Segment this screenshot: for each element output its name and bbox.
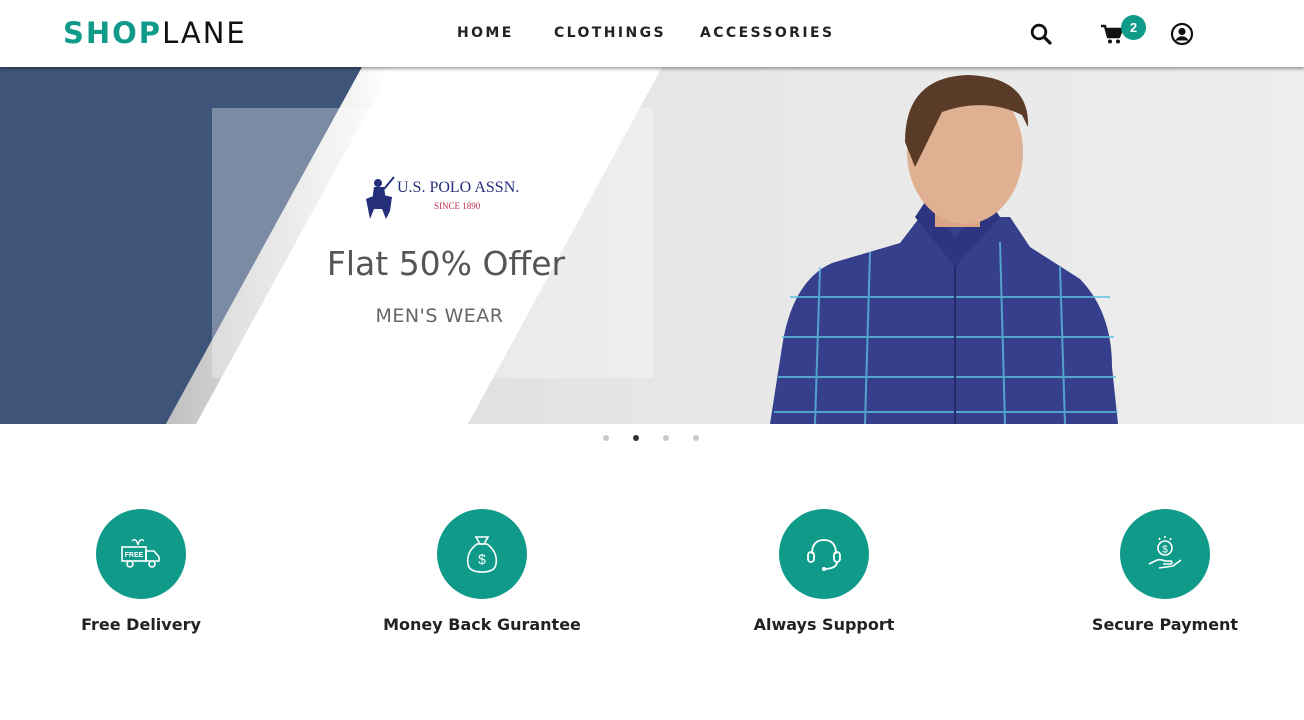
polo-player-icon xyxy=(366,176,395,219)
feature-money-back: $ Money Back Gurantee xyxy=(382,509,582,634)
carousel-dot[interactable] xyxy=(603,435,609,441)
free-label: FREE xyxy=(125,552,144,559)
carousel-dot[interactable] xyxy=(663,435,669,441)
logo-part-lane: LANE xyxy=(162,16,247,50)
svg-text:$: $ xyxy=(1162,545,1168,556)
offer-title: Flat 50% Offer xyxy=(326,244,566,283)
svg-text:$: $ xyxy=(478,551,486,567)
money-bag-icon: $ xyxy=(437,509,527,599)
nav-home[interactable]: HOME xyxy=(457,25,514,41)
brand-logo: U.S. POLO ASSN. SINCE 1890 xyxy=(362,173,537,221)
feature-label: Money Back Gurantee xyxy=(383,615,581,634)
feature-free-delivery: FREE Free Delivery xyxy=(41,509,241,634)
brand-since: SINCE 1890 xyxy=(434,201,481,211)
hand-coin-icon: $ xyxy=(1120,509,1210,599)
feature-label: Secure Payment xyxy=(1091,615,1239,634)
site-header: SHOPLANE HOME CLOTHINGS ACCESSORIES 2 xyxy=(0,0,1304,67)
free-delivery-truck-icon: FREE xyxy=(96,509,186,599)
feature-label: Free Delivery xyxy=(81,615,201,634)
feature-label: Always Support xyxy=(753,615,895,634)
offer-subtitle: MEN'S WEAR xyxy=(375,305,504,327)
search-icon[interactable] xyxy=(1027,20,1055,48)
nav-accessories[interactable]: ACCESSORIES xyxy=(700,25,834,41)
user-icon[interactable] xyxy=(1168,20,1196,48)
feature-secure-payment: $ Secure Payment xyxy=(1065,509,1265,634)
logo-part-shop: SHOP xyxy=(63,16,163,50)
brand-name: U.S. POLO ASSN. xyxy=(397,179,520,196)
feature-always-support: Always Support xyxy=(724,509,924,634)
carousel-dot-active[interactable] xyxy=(633,435,639,441)
site-logo[interactable]: SHOPLANE xyxy=(63,17,247,49)
cart-count-badge: 2 xyxy=(1121,15,1146,40)
nav-clothings[interactable]: CLOTHINGS xyxy=(554,25,666,41)
headset-icon xyxy=(779,509,869,599)
carousel-dot[interactable] xyxy=(693,435,699,441)
